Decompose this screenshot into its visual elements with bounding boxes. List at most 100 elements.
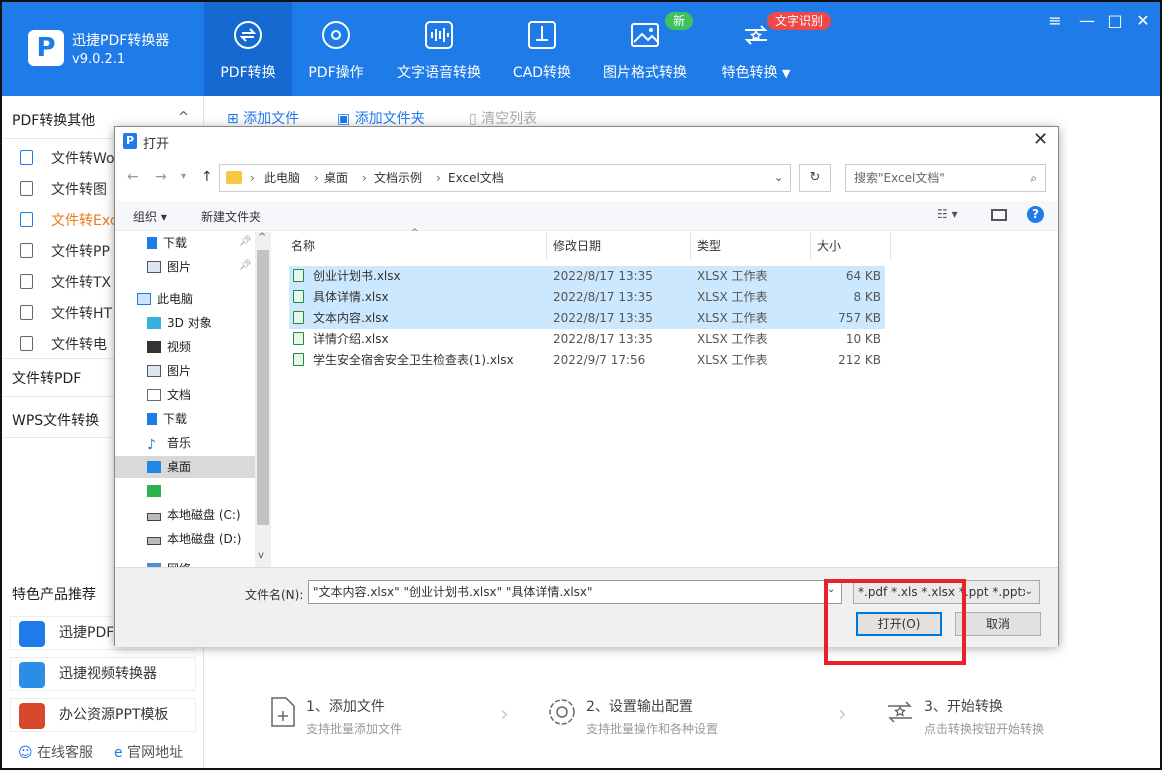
maximize-button[interactable]: □ — [1104, 10, 1126, 32]
pdf-app-icon — [19, 621, 45, 647]
tree-item-network[interactable]: 网络 — [147, 558, 191, 567]
sidebar-section-pdf-convert[interactable]: PDF转换其他 — [12, 110, 95, 130]
help-icon[interactable]: ? — [1027, 206, 1044, 223]
breadcrumb-excel[interactable]: Excel文档 — [448, 165, 504, 191]
chevron-right-icon: › — [838, 702, 847, 727]
sidebar-section-wps[interactable]: WPS文件转换 — [12, 410, 99, 430]
promo-ppt[interactable]: 办公资源PPT模板 — [10, 698, 196, 732]
step-title: 2、设置输出配置 — [586, 699, 693, 715]
tree-item-videos[interactable]: 视频 — [147, 336, 191, 358]
tree-item-label: 此电脑 — [157, 292, 194, 306]
tree-item-3d-objects[interactable]: 3D 对象 — [147, 312, 212, 334]
scrollbar-thumb[interactable] — [257, 250, 269, 525]
menu-icon[interactable]: ≡ — [1044, 10, 1066, 32]
filename-input[interactable]: "文本内容.xlsx" "创业计划书.xlsx" "具体详情.xlsx" — [308, 580, 842, 604]
recent-dropdown-icon[interactable]: ▾ — [181, 171, 186, 182]
tree-item-label: 本地磁盘 (D:) — [167, 532, 242, 546]
sidebar-item-to-html[interactable]: 文件转HT — [20, 303, 112, 323]
folder-icon: ▣ — [337, 111, 351, 127]
html-file-icon — [20, 305, 33, 320]
file-row[interactable]: 创业计划书.xlsx 2022/8/17 13:35 XLSX 工作表 64 KB — [289, 266, 885, 287]
back-arrow-icon[interactable]: ← — [127, 169, 139, 185]
online-service-label: 在线客服 — [37, 745, 94, 761]
tree-item-pictures-pinned[interactable]: 图片 — [147, 256, 191, 278]
nav-tab-text-voice[interactable]: 文字语音转换 — [387, 2, 491, 96]
column-header-type[interactable]: 类型 — [693, 232, 811, 260]
tree-item-drive-d[interactable]: 本地磁盘 (D:) — [147, 528, 241, 550]
tree-item-downloads[interactable]: 下载 — [147, 408, 187, 430]
breadcrumb-desktop[interactable]: 桌面 — [324, 165, 348, 191]
sidebar-item-to-image[interactable]: 文件转图 — [20, 179, 107, 199]
promo-video[interactable]: 迅捷视频转换器 — [10, 657, 196, 691]
pin-icon: 📌︎ — [239, 236, 252, 247]
website-link[interactable]: e 官网地址 — [114, 742, 183, 762]
search-input[interactable]: 搜索"Excel文档" ⌕ — [845, 164, 1046, 192]
scroll-down-icon[interactable]: v — [258, 550, 264, 561]
tree-item-app-drive[interactable] — [147, 480, 167, 502]
breadcrumb-separator: › — [436, 171, 441, 185]
tree-item-pictures[interactable]: 图片 — [147, 360, 191, 382]
file-row[interactable]: 详情介绍.xlsx 2022/8/17 13:35 XLSX 工作表 10 KB — [289, 329, 885, 350]
organize-menu[interactable]: 组织 ▾ — [133, 208, 167, 225]
add-file-icon: ⊞ — [227, 111, 239, 127]
open-file-dialog: P 打开 ✕ ← → ▾ ↑ › 此电脑 › 桌面 › 文档示例 › Excel… — [114, 126, 1059, 647]
file-name-cell: 学生安全宿舍安全卫生检查表(1).xlsx — [293, 350, 514, 371]
sidebar-item-to-ppt[interactable]: 文件转PP — [20, 241, 110, 261]
gear-icon — [549, 699, 575, 725]
chevron-up-icon[interactable]: ^ — [178, 110, 189, 125]
file-name: 具体详情.xlsx — [313, 290, 389, 304]
tree-item-this-pc[interactable]: 此电脑 — [137, 288, 193, 310]
refresh-button[interactable]: ↻ — [799, 164, 831, 192]
online-service-link[interactable]: ☺ 在线客服 — [18, 742, 93, 762]
clear-list-button[interactable]: ▯ 清空列表 — [469, 108, 537, 128]
column-header-size[interactable]: 大小 — [813, 232, 891, 260]
nav-tab-pdf-convert[interactable]: PDF转换 — [204, 2, 292, 96]
scroll-up-icon[interactable]: ^ — [258, 232, 266, 243]
add-folder-label: 添加文件夹 — [354, 111, 425, 127]
new-folder-button[interactable]: 新建文件夹 — [201, 208, 261, 225]
top-bar: P 迅捷PDF转换器 v9.0.2.1 PDF转换 PDF操作 文字语音转换 C… — [2, 2, 1160, 96]
chevron-right-icon: › — [500, 702, 509, 727]
breadcrumb-samples[interactable]: 文档示例 — [374, 165, 422, 191]
close-button[interactable]: ✕ — [1132, 10, 1154, 32]
nav-tab-pdf-operate[interactable]: PDF操作 — [292, 2, 380, 96]
organize-label: 组织 — [133, 210, 158, 224]
minimize-button[interactable]: — — [1076, 10, 1098, 32]
nav-tab-label: PDF操作 — [308, 65, 364, 81]
command-bar: 组织 ▾ 新建文件夹 ☷ ▾ ? — [115, 201, 1058, 231]
column-header-name[interactable]: 名称 — [287, 232, 547, 260]
add-folder-button[interactable]: ▣ 添加文件夹 — [337, 108, 425, 128]
file-row[interactable]: 文本内容.xlsx 2022/8/17 13:35 XLSX 工作表 757 KB — [289, 308, 885, 329]
address-bar[interactable]: › 此电脑 › 桌面 › 文档示例 › Excel文档 ⌄ — [219, 164, 791, 192]
dialog-close-icon[interactable]: ✕ — [1033, 129, 1048, 150]
tree-item-music[interactable]: ♪ 音乐 — [147, 432, 191, 454]
forward-arrow-icon[interactable]: → — [155, 169, 167, 185]
file-row[interactable]: 具体详情.xlsx 2022/8/17 13:35 XLSX 工作表 8 KB — [289, 287, 885, 308]
address-dropdown-icon[interactable]: ⌄ — [774, 165, 783, 191]
column-header-date[interactable]: 修改日期 — [549, 232, 691, 260]
sidebar-item-to-ebook[interactable]: 文件转电 — [20, 334, 107, 354]
preview-pane-icon[interactable] — [991, 209, 1007, 221]
sidebar-item-to-excel[interactable]: 文件转Exc — [20, 210, 118, 230]
sidebar-item-to-txt[interactable]: 文件转TX — [20, 272, 111, 292]
tree-scrollbar[interactable]: ^ v — [255, 232, 271, 567]
tree-item-downloads-pinned[interactable]: 下载 — [147, 232, 187, 254]
tree-item-drive-c[interactable]: 本地磁盘 (C:) — [147, 504, 241, 526]
cancel-button[interactable]: 取消 — [955, 612, 1041, 636]
app-name: 迅捷PDF转换器 — [72, 33, 170, 49]
tree-item-documents[interactable]: 文档 — [147, 384, 191, 406]
sidebar-item-to-word[interactable]: 文件转Wo — [20, 148, 115, 168]
tree-item-desktop[interactable]: 桌面 — [115, 456, 255, 478]
file-date: 2022/9/7 17:56 — [553, 353, 646, 367]
download-arrow-icon — [147, 413, 157, 425]
step-subtitle: 支持批量添加文件 — [306, 722, 403, 736]
breadcrumb-this-pc[interactable]: 此电脑 — [264, 165, 300, 191]
view-options-icon[interactable]: ☷ ▾ — [937, 207, 958, 221]
add-file-button[interactable]: ⊞ 添加文件 — [227, 108, 299, 128]
ocr-badge[interactable]: 文字识别 — [767, 12, 832, 30]
up-arrow-icon[interactable]: ↑ — [201, 169, 213, 185]
filename-label: 文件名(N): — [245, 588, 304, 602]
sidebar-section-to-pdf[interactable]: 文件转PDF — [12, 368, 81, 388]
file-row[interactable]: 学生安全宿舍安全卫生检查表(1).xlsx 2022/9/7 17:56 XLSX … — [289, 350, 885, 371]
nav-tab-cad[interactable]: CAD转换 — [502, 2, 582, 96]
